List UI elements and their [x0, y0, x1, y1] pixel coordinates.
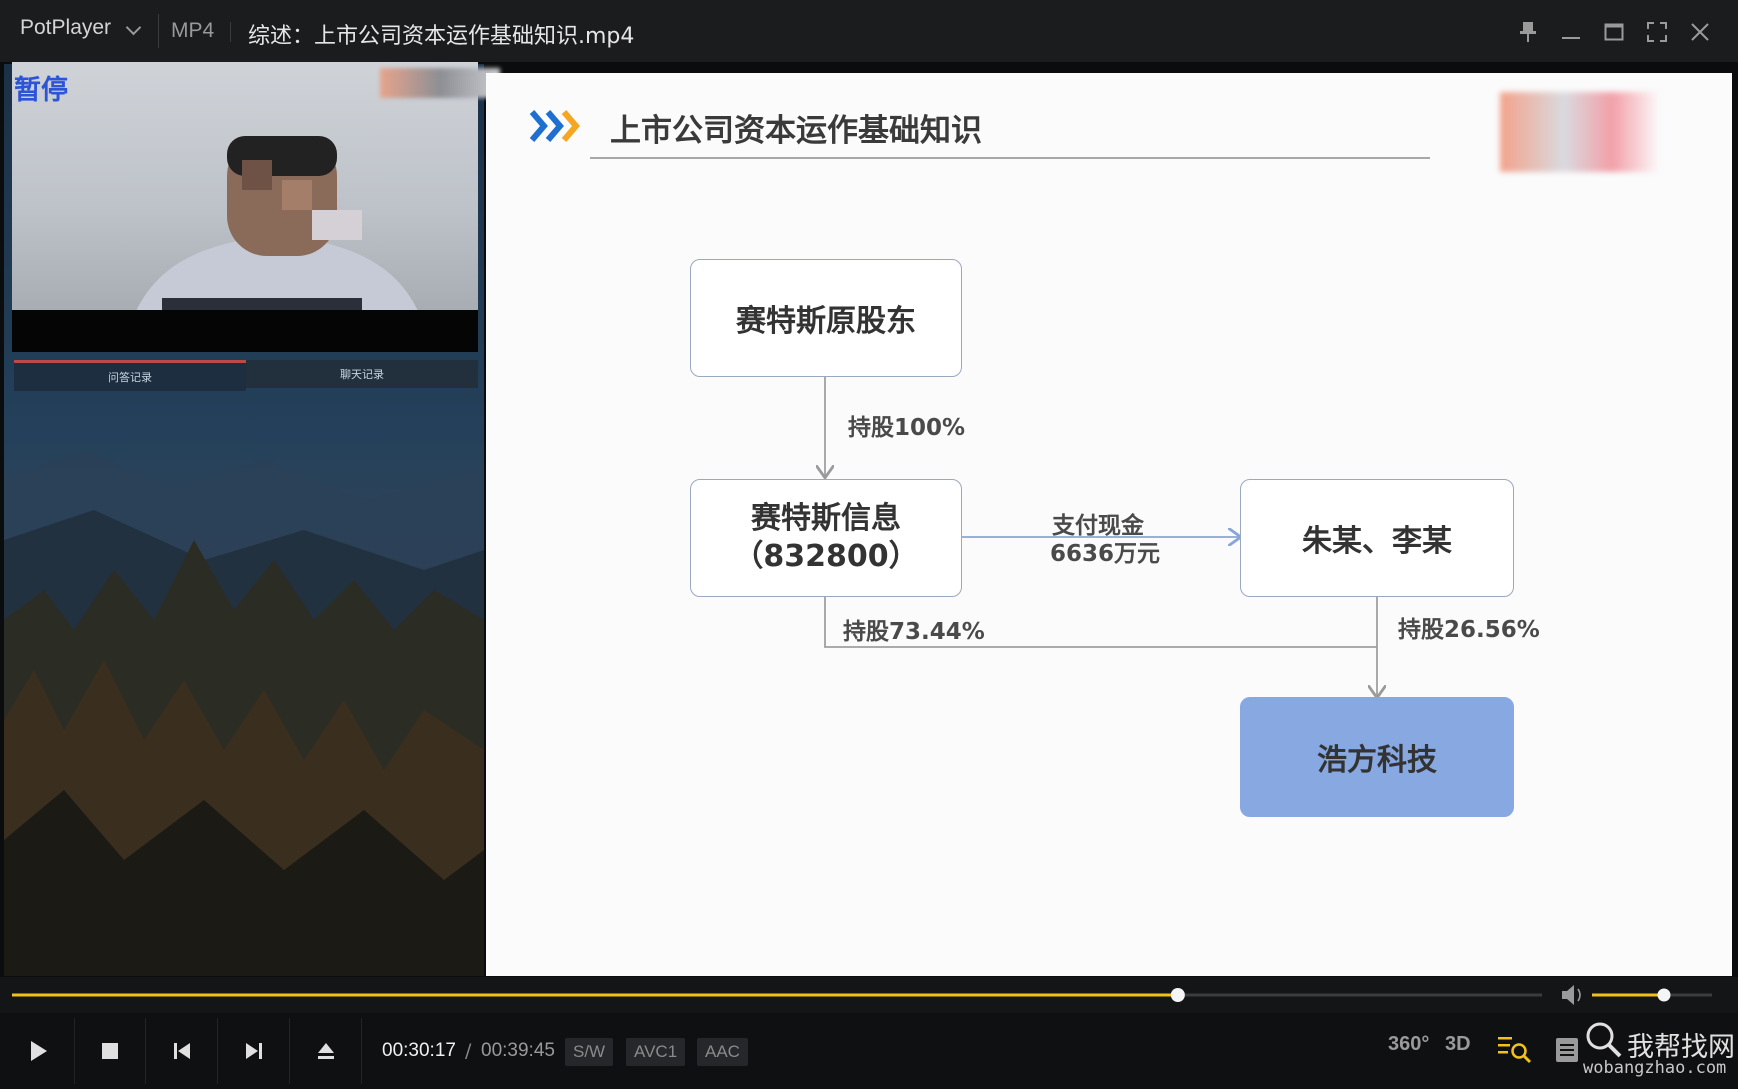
- divider: [158, 14, 159, 48]
- pause-status: 暂停: [14, 75, 68, 106]
- node-label: 浩方科技: [1317, 743, 1437, 778]
- app-menu-button[interactable]: PotPlayer: [20, 16, 111, 40]
- node-label: 赛特斯信息: [751, 501, 901, 536]
- file-title: 综述：上市公司资本运作基础知识.mp4: [248, 24, 635, 49]
- video-codec-badge[interactable]: AVC1: [626, 1038, 686, 1066]
- seek-bar[interactable]: [0, 977, 1738, 1013]
- maximize-icon[interactable]: [1600, 18, 1628, 46]
- playlist-icon[interactable]: [1556, 1038, 1578, 1062]
- tab-qa-record[interactable]: 问答记录: [14, 360, 246, 391]
- audio-codec-badge[interactable]: AAC: [697, 1038, 748, 1066]
- total-time: 00:39:45: [481, 1040, 555, 1061]
- node-code: （832800）: [733, 539, 919, 574]
- search-list-icon[interactable]: [1498, 1034, 1532, 1064]
- tab-chat-record[interactable]: 聊天记录: [246, 360, 478, 388]
- node-company: 赛特斯信息 （832800）: [690, 479, 962, 597]
- 3d-icon[interactable]: 3D: [1445, 1033, 1471, 1056]
- volume-icon[interactable]: [1562, 985, 1581, 1005]
- minimize-icon[interactable]: [1557, 18, 1585, 46]
- node-target-company: 浩方科技: [1240, 697, 1514, 817]
- play-icon: [31, 1041, 47, 1061]
- node-persons: 朱某、李某: [1240, 479, 1514, 597]
- close-icon[interactable]: [1686, 18, 1714, 46]
- time-separator: /: [465, 1040, 472, 1062]
- format-label: MP4: [171, 19, 215, 42]
- next-icon: [246, 1043, 262, 1059]
- side-panel-tabs: 问答记录 聊天记录: [14, 360, 478, 391]
- vr-360-icon[interactable]: 360°: [1388, 1033, 1429, 1056]
- previous-icon: [174, 1043, 190, 1059]
- edge-label-hold-100: 持股100%: [848, 415, 966, 441]
- eject-icon: [318, 1043, 334, 1059]
- decoder-badge[interactable]: S/W: [565, 1038, 614, 1066]
- eject-button[interactable]: [291, 1018, 362, 1084]
- seek-handle[interactable]: [1170, 988, 1185, 1002]
- fullscreen-icon[interactable]: [1643, 18, 1671, 46]
- edge-label-hold-2656: 持股26.56%: [1398, 617, 1540, 643]
- next-button[interactable]: [219, 1018, 290, 1084]
- stop-button[interactable]: [75, 1018, 146, 1084]
- node-label: 赛特斯原股东: [736, 304, 916, 339]
- background-landscape: [4, 450, 484, 976]
- pin-icon[interactable]: [1514, 18, 1542, 46]
- divider: [230, 22, 231, 42]
- node-label: 朱某、李某: [1302, 524, 1452, 559]
- watermark-url: wobangzhao.com: [1583, 1058, 1727, 1078]
- current-time: 00:30:17: [382, 1040, 456, 1061]
- play-button[interactable]: [4, 1018, 75, 1084]
- volume-handle[interactable]: [1657, 988, 1671, 1002]
- webcam-caption-bar: [12, 310, 478, 352]
- stop-icon: [102, 1043, 118, 1059]
- watermark-logo-icon: [1586, 1022, 1622, 1058]
- blurred-logo: [380, 68, 500, 98]
- edge-label-payment-amount: 6636万元: [1050, 541, 1161, 567]
- node-original-shareholders: 赛特斯原股东: [690, 259, 962, 377]
- presenter-image: [132, 136, 422, 320]
- previous-button[interactable]: [147, 1018, 218, 1084]
- edge-label-hold-7344: 持股73.44%: [843, 619, 985, 645]
